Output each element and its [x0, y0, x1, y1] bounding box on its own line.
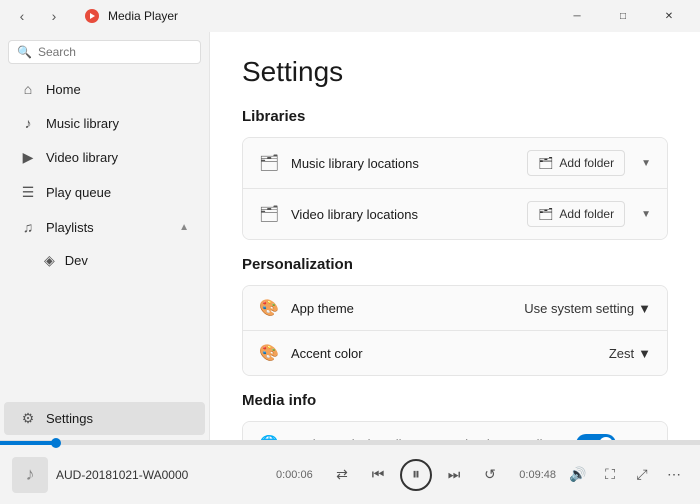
accent-color-row: 🎨 Accent color Zest ▼ [243, 330, 667, 375]
dev-icon: ◈ [44, 252, 55, 269]
time-elapsed: 0:00:06 [276, 469, 320, 481]
sidebar-item-dev[interactable]: ◈ Dev [4, 245, 205, 276]
accent-color-label: Accent color [291, 346, 597, 361]
sidebar-item-queue-label: Play queue [46, 185, 111, 200]
player-controls: ⇄ ⏮ ⏸ ⏭ ↺ [328, 459, 504, 491]
add-music-folder-button[interactable]: 🗂 Add folder [527, 150, 625, 176]
minimize-button[interactable]: ─ [554, 0, 600, 32]
media-info-heading: Media info [242, 392, 668, 409]
chevron-down-icon-music: ▼ [641, 158, 651, 169]
personalization-heading: Personalization [242, 256, 668, 273]
accent-icon: 🎨 [259, 343, 279, 363]
chevron-down-icon-theme: ▼ [638, 301, 651, 316]
playlists-left: ♫ Playlists [20, 219, 94, 235]
mini-view-button[interactable]: ⛶ [596, 461, 624, 489]
add-music-folder-label: Add folder [559, 156, 614, 170]
playlists-icon: ♫ [20, 219, 36, 235]
sidebar-item-home-label: Home [46, 82, 81, 97]
next-button[interactable]: ⏭ [440, 461, 468, 489]
add-folder-icon: 🗂 [538, 156, 553, 170]
music-icon: ♪ [20, 115, 36, 131]
lookup-art-row: 🌐 Look up missing album art and artist a… [243, 422, 667, 440]
add-video-folder-label: Add folder [559, 207, 614, 221]
sidebar-item-music-label: Music library [46, 116, 119, 131]
add-video-folder-button[interactable]: 🗂 Add folder [527, 201, 625, 227]
app-theme-row: 🎨 App theme Use system setting ▼ [243, 286, 667, 330]
theme-icon: 🎨 [259, 298, 279, 318]
progress-dot [51, 438, 61, 448]
home-icon: ⌂ [20, 81, 36, 97]
sidebar-item-dev-label: Dev [65, 253, 88, 268]
sidebar: 🔍 ⌂ Home ♪ Music library ▶ Video library… [0, 32, 210, 440]
music-library-row: 🗂 Music library locations 🗂 Add folder ▼ [243, 138, 667, 188]
sidebar-item-play-queue[interactable]: ☰ Play queue [4, 176, 205, 209]
personalization-card: 🎨 App theme Use system setting ▼ 🎨 Accen… [242, 285, 668, 376]
shuffle-button[interactable]: ⇄ [328, 461, 356, 489]
app-icon [84, 8, 100, 24]
app-theme-value[interactable]: Use system setting ▼ [524, 301, 651, 316]
time-total: 0:09:48 [512, 469, 556, 481]
chevron-up-icon: ▲ [179, 222, 189, 233]
volume-button[interactable]: 🔊 [564, 461, 592, 489]
music-library-label: Music library locations [291, 156, 515, 171]
search-input[interactable] [38, 45, 193, 59]
nav-buttons: ‹ › [8, 2, 68, 30]
app-body: 🔍 ⌂ Home ♪ Music library ▶ Video library… [0, 32, 700, 440]
settings-content: Settings Libraries 🗂 Music library locat… [210, 32, 700, 440]
track-art: ♪ [12, 457, 48, 493]
sidebar-item-settings[interactable]: ⚙ Settings [4, 402, 205, 435]
track-name: AUD-20181021-WA0000 [56, 468, 268, 482]
sidebar-item-playlists-label: Playlists [46, 220, 94, 235]
settings-icon: ⚙ [20, 410, 36, 427]
sidebar-item-settings-label: Settings [46, 411, 93, 426]
page-title: Settings [242, 56, 668, 88]
window-controls: ─ □ ✕ [554, 0, 692, 32]
forward-button[interactable]: › [40, 2, 68, 30]
chevron-down-icon-video: ▼ [641, 209, 651, 220]
add-folder-icon-video: 🗂 [538, 207, 553, 221]
title-bar: ‹ › Media Player ─ □ ✕ [0, 0, 700, 32]
sidebar-item-video-label: Video library [46, 150, 118, 165]
accent-color-value[interactable]: Zest ▼ [609, 346, 651, 361]
search-box[interactable]: 🔍 [8, 40, 201, 64]
player-content: ♪ AUD-20181021-WA0000 0:00:06 ⇄ ⏮ ⏸ ⏭ ↺ … [0, 445, 700, 504]
sidebar-item-playlists[interactable]: ♫ Playlists ▲ [4, 211, 205, 243]
sidebar-item-video-library[interactable]: ▶ Video library [4, 141, 205, 174]
search-icon: 🔍 [17, 45, 32, 59]
track-note-icon: ♪ [26, 464, 35, 485]
pause-button[interactable]: ⏸ [400, 459, 432, 491]
video-icon: ▶ [20, 149, 36, 166]
player-right-controls: 🔊 ⛶ ⤢ ⋯ [564, 461, 688, 489]
sidebar-item-home[interactable]: ⌂ Home [4, 73, 205, 105]
repeat-button[interactable]: ↺ [476, 461, 504, 489]
progress-fill [0, 441, 56, 445]
player-bar: ♪ AUD-20181021-WA0000 0:00:06 ⇄ ⏮ ⏸ ⏭ ↺ … [0, 440, 700, 504]
folder-icon-video: 🗂 [259, 204, 279, 224]
lookup-art-toggle[interactable] [576, 434, 616, 440]
title-bar-left: ‹ › Media Player [8, 2, 554, 30]
libraries-card: 🗂 Music library locations 🗂 Add folder ▼… [242, 137, 668, 240]
video-library-label: Video library locations [291, 207, 515, 222]
queue-icon: ☰ [20, 184, 36, 201]
progress-bar[interactable] [0, 441, 700, 445]
close-button[interactable]: ✕ [646, 0, 692, 32]
folder-icon-music: 🗂 [259, 153, 279, 173]
maximize-button[interactable]: □ [600, 0, 646, 32]
video-library-row: 🗂 Video library locations 🗂 Add folder ▼ [243, 188, 667, 239]
track-info: AUD-20181021-WA0000 [56, 468, 268, 482]
app-theme-label: App theme [291, 301, 512, 316]
more-button[interactable]: ⋯ [660, 461, 688, 489]
back-button[interactable]: ‹ [8, 2, 36, 30]
media-info-card: 🌐 Look up missing album art and artist a… [242, 421, 668, 440]
libraries-heading: Libraries [242, 108, 668, 125]
chevron-down-icon-accent: ▼ [638, 346, 651, 361]
fullscreen-button[interactable]: ⤢ [628, 461, 656, 489]
previous-button[interactable]: ⏮ [364, 461, 392, 489]
sidebar-item-music-library[interactable]: ♪ Music library [4, 107, 205, 139]
app-title: Media Player [108, 9, 178, 23]
